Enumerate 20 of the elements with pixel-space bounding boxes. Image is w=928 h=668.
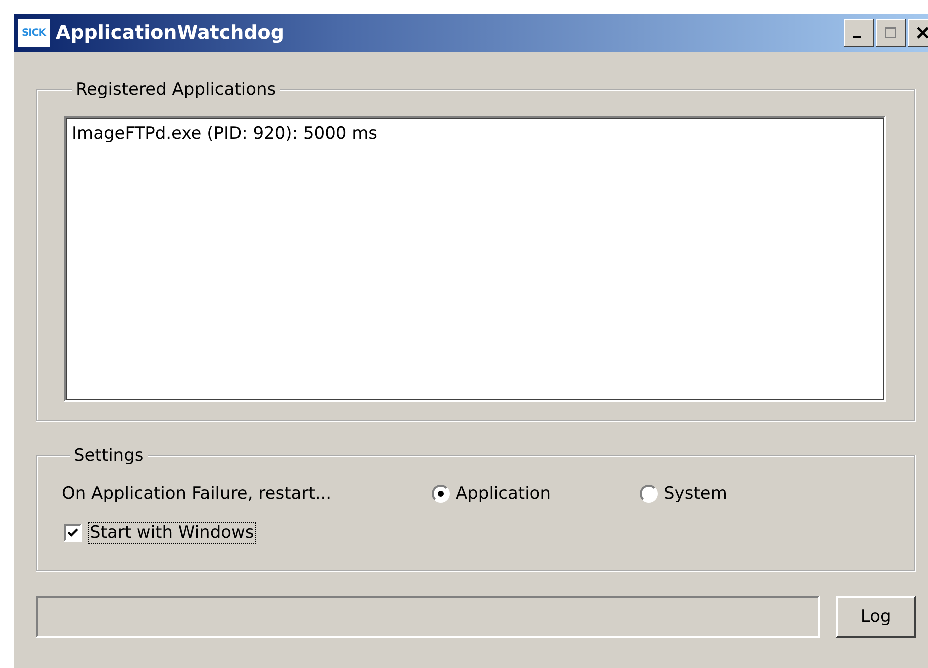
window-title: ApplicationWatchdog xyxy=(56,22,286,44)
app-logo: SICK xyxy=(18,19,50,47)
group-title: Registered Applications xyxy=(75,80,278,100)
checkbox[interactable] xyxy=(64,524,82,542)
restart-label: On Application Failure, restart... xyxy=(62,484,333,504)
maximize-button[interactable] xyxy=(876,19,906,47)
radio-button[interactable] xyxy=(432,485,450,503)
checkmark-icon xyxy=(67,527,79,539)
radio-button[interactable] xyxy=(640,485,658,503)
minimize-icon xyxy=(853,36,861,38)
minimize-button[interactable] xyxy=(844,19,874,47)
radio-label: Application xyxy=(456,484,551,504)
log-button[interactable]: Log xyxy=(836,596,916,638)
maximize-icon xyxy=(883,25,899,41)
applications-list[interactable]: ImageFTPd.exe (PID: 920): 5000 ms xyxy=(64,116,886,402)
group-title: Settings xyxy=(73,446,145,466)
radio-label: System xyxy=(664,484,728,504)
close-icon xyxy=(915,25,928,41)
list-item[interactable]: ImageFTPd.exe (PID: 920): 5000 ms xyxy=(72,124,378,144)
checkbox-label: Start with Windows xyxy=(88,522,256,544)
